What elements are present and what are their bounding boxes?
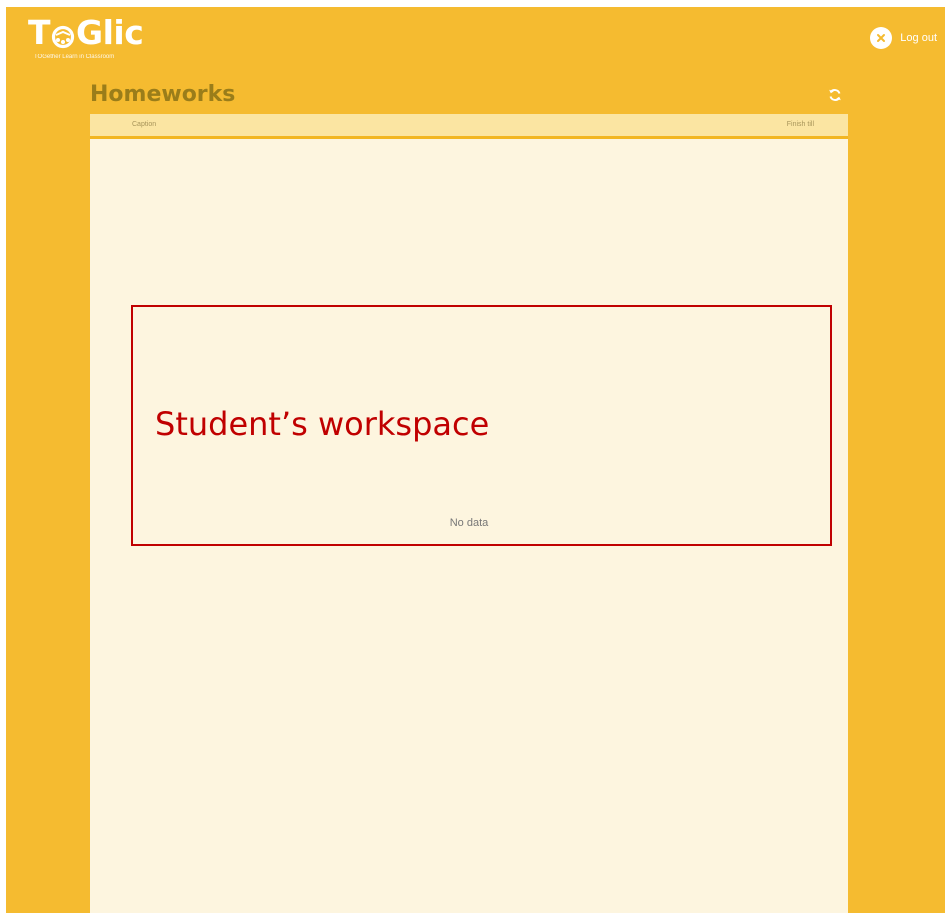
student-workspace-label: Student’s workspace — [155, 405, 490, 443]
brand-logo: T Glic TOGether Learn in Classroom — [28, 13, 144, 61]
table-header: Caption Finish till — [90, 114, 848, 139]
homeworks-panel: Homeworks Caption Finish till Student’s … — [90, 80, 848, 913]
page-title: Homeworks — [90, 82, 236, 107]
column-header-caption[interactable]: Caption — [132, 121, 156, 128]
column-header-finish-till[interactable]: Finish till — [787, 121, 814, 128]
student-workspace-highlight: Student’s workspace — [131, 305, 832, 546]
refresh-icon[interactable] — [828, 88, 842, 102]
app-window: T Glic TOGether Learn in Classroom Log o… — [6, 7, 945, 913]
brand-name-suffix: Glic — [76, 13, 144, 52]
empty-state-text: No data — [449, 517, 489, 529]
close-icon[interactable] — [870, 27, 893, 49]
homeworks-table: Caption Finish till Student’s workspace … — [90, 114, 848, 913]
brand-tagline: TOGether Learn in Classroom — [34, 54, 115, 60]
brand-name: T Glic — [28, 13, 144, 52]
brand-name-prefix: T — [28, 13, 51, 52]
logout-label[interactable]: Log out — [900, 32, 937, 44]
logout-button[interactable]: Log out — [870, 27, 937, 49]
gear-o-icon — [50, 20, 76, 49]
